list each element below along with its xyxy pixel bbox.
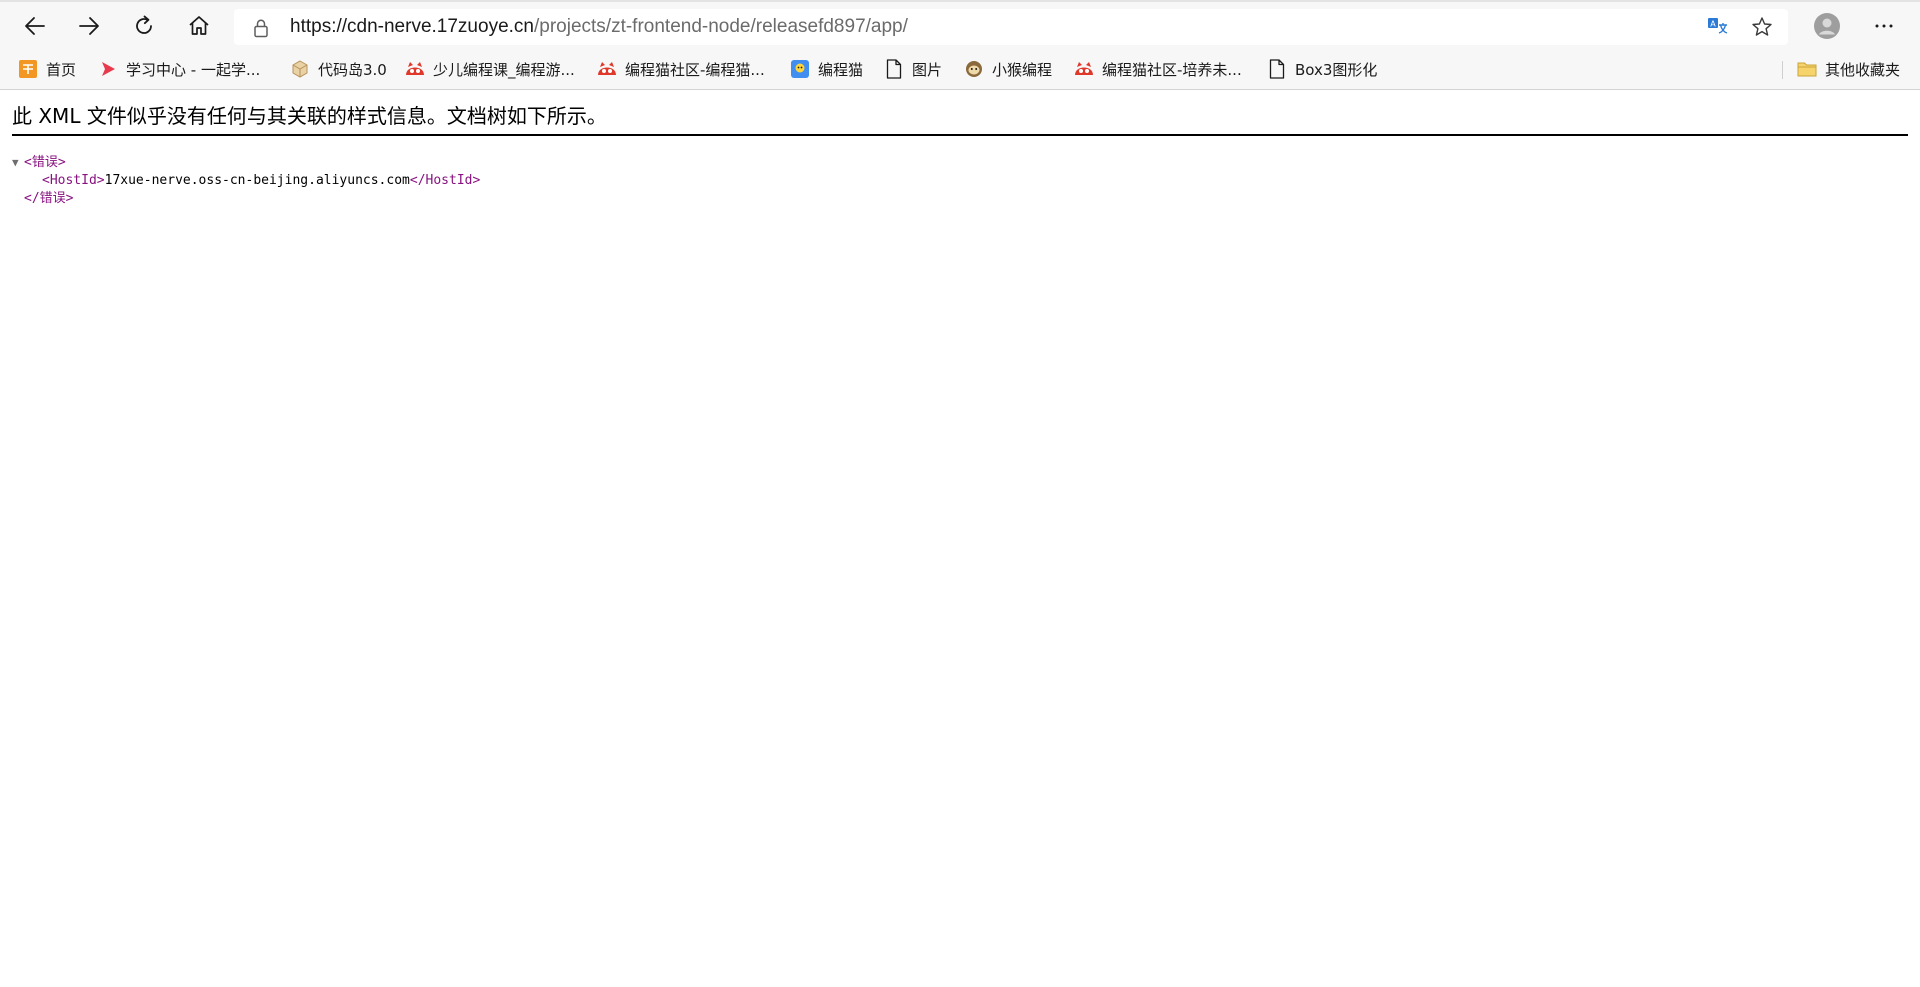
bookmark-item[interactable]: 编程猫: [790, 55, 863, 83]
other-favorites-label: 其他收藏夹: [1825, 60, 1901, 79]
bookmark-label: 学习中心 - 一起学...: [126, 60, 261, 79]
codemao-favicon-icon: [1074, 59, 1094, 79]
avatar-icon: [1814, 13, 1840, 39]
xml-child-open-tag: <HostId>: [42, 173, 105, 188]
url-host: https://cdn-nerve.17zuoye.cn: [290, 16, 534, 37]
xml-child-line: <HostId>17xue-nerve.oss-cn-beijing.aliyu…: [12, 172, 480, 190]
folder-icon: [1797, 59, 1817, 79]
bookmark-item[interactable]: 编程猫社区-培养未...: [1074, 55, 1242, 83]
address-bar[interactable]: https://cdn-nerve.17zuoye.cn/projects/zt…: [234, 9, 1788, 45]
bookmark-label: 小猴编程: [992, 60, 1053, 79]
back-button[interactable]: [17, 8, 53, 44]
xml-root-close-tag: </错误>: [24, 191, 74, 206]
bookmark-label: 少儿编程课_编程游...: [433, 60, 575, 79]
xml-child-text: 17xue-nerve.oss-cn-beijing.aliyuncs.com: [104, 173, 410, 188]
browser-window: https://cdn-nerve.17zuoye.cn/projects/zt…: [0, 0, 1920, 987]
bookmark-item[interactable]: 首页: [18, 55, 76, 83]
page-icon: [884, 59, 904, 79]
bookmark-label: Box3图形化: [1295, 60, 1378, 79]
bookmark-label: 图片: [912, 60, 943, 79]
bookmark-item[interactable]: 少儿编程课_编程游...: [405, 55, 575, 83]
translate-icon: A: [1708, 18, 1728, 34]
xml-root-open-tag: <错误>: [24, 155, 66, 170]
more-horizontal-icon: [1875, 24, 1893, 28]
codemao-favicon-icon: [597, 59, 617, 79]
page-content: 此 XML 文件似乎没有任何与其关联的样式信息。文档树如下所示。 ▼ <错误> <…: [0, 90, 1920, 987]
lock-icon[interactable]: [252, 18, 270, 38]
bookmarks-divider: [1782, 61, 1783, 79]
url-path: /projects/zt-frontend-node/releasefd897/…: [533, 16, 908, 37]
refresh-icon: [136, 15, 152, 34]
home-button[interactable]: [181, 8, 217, 44]
codemao-favicon-icon: [405, 59, 425, 79]
xml-child-close-tag: </HostId>: [409, 173, 481, 188]
other-favorites-button[interactable]: 其他收藏夹: [1797, 55, 1900, 83]
profile-button[interactable]: [1809, 8, 1845, 44]
arrow-left-icon: [25, 17, 45, 35]
star-icon: [1752, 17, 1772, 36]
bookmark-label: 编程猫社区-培养未...: [1102, 60, 1242, 79]
xml-style-notice: 此 XML 文件似乎没有任何与其关联的样式信息。文档树如下所示。: [12, 104, 1908, 136]
cube-favicon-icon: [290, 59, 310, 79]
codemao-app-favicon-icon: [790, 59, 810, 79]
browser-toolbar: https://cdn-nerve.17zuoye.cn/projects/zt…: [0, 0, 1920, 48]
translate-button[interactable]: A: [1706, 15, 1730, 39]
settings-more-button[interactable]: [1866, 8, 1902, 44]
homepage-favicon-icon: [18, 59, 38, 79]
home-icon: [189, 16, 209, 35]
bookmark-label: 首页: [46, 60, 77, 79]
bookmark-item[interactable]: 代码岛3.0: [290, 55, 387, 83]
bookmarks-bar: 首页 学习中心 - 一起学... 代码岛3.0 少儿编程课_编程游... 编程猫: [0, 48, 1920, 90]
bookmark-label: 编程猫社区-编程猫...: [625, 60, 765, 79]
xml-tree: ▼ <错误> <HostId>17xue-nerve.oss-cn-beijing…: [12, 154, 480, 208]
page-icon: [1267, 59, 1287, 79]
arrow-right-icon: [79, 17, 99, 35]
forward-button[interactable]: [71, 8, 107, 44]
bookmark-item[interactable]: 学习中心 - 一起学...: [98, 55, 260, 83]
collapse-toggle-icon[interactable]: ▼: [12, 154, 24, 172]
bookmark-item[interactable]: 编程猫社区-编程猫...: [597, 55, 765, 83]
bookmark-label: 代码岛3.0: [318, 60, 387, 79]
play-favicon-icon: [98, 59, 118, 79]
bookmark-item[interactable]: Box3图形化: [1267, 55, 1377, 83]
monkey-favicon-icon: [964, 59, 984, 79]
xml-root-open-line: ▼ <错误>: [12, 154, 480, 172]
bookmark-label: 编程猫: [818, 60, 864, 79]
svg-text:A: A: [1710, 20, 1716, 29]
bookmark-item[interactable]: 图片: [884, 55, 942, 83]
xml-root-close-line: </错误>: [12, 190, 480, 208]
url-text[interactable]: https://cdn-nerve.17zuoye.cn/projects/zt…: [290, 9, 908, 45]
bookmark-item[interactable]: 小猴编程: [964, 55, 1052, 83]
refresh-button[interactable]: [126, 8, 162, 44]
favorite-button[interactable]: [1750, 15, 1774, 39]
